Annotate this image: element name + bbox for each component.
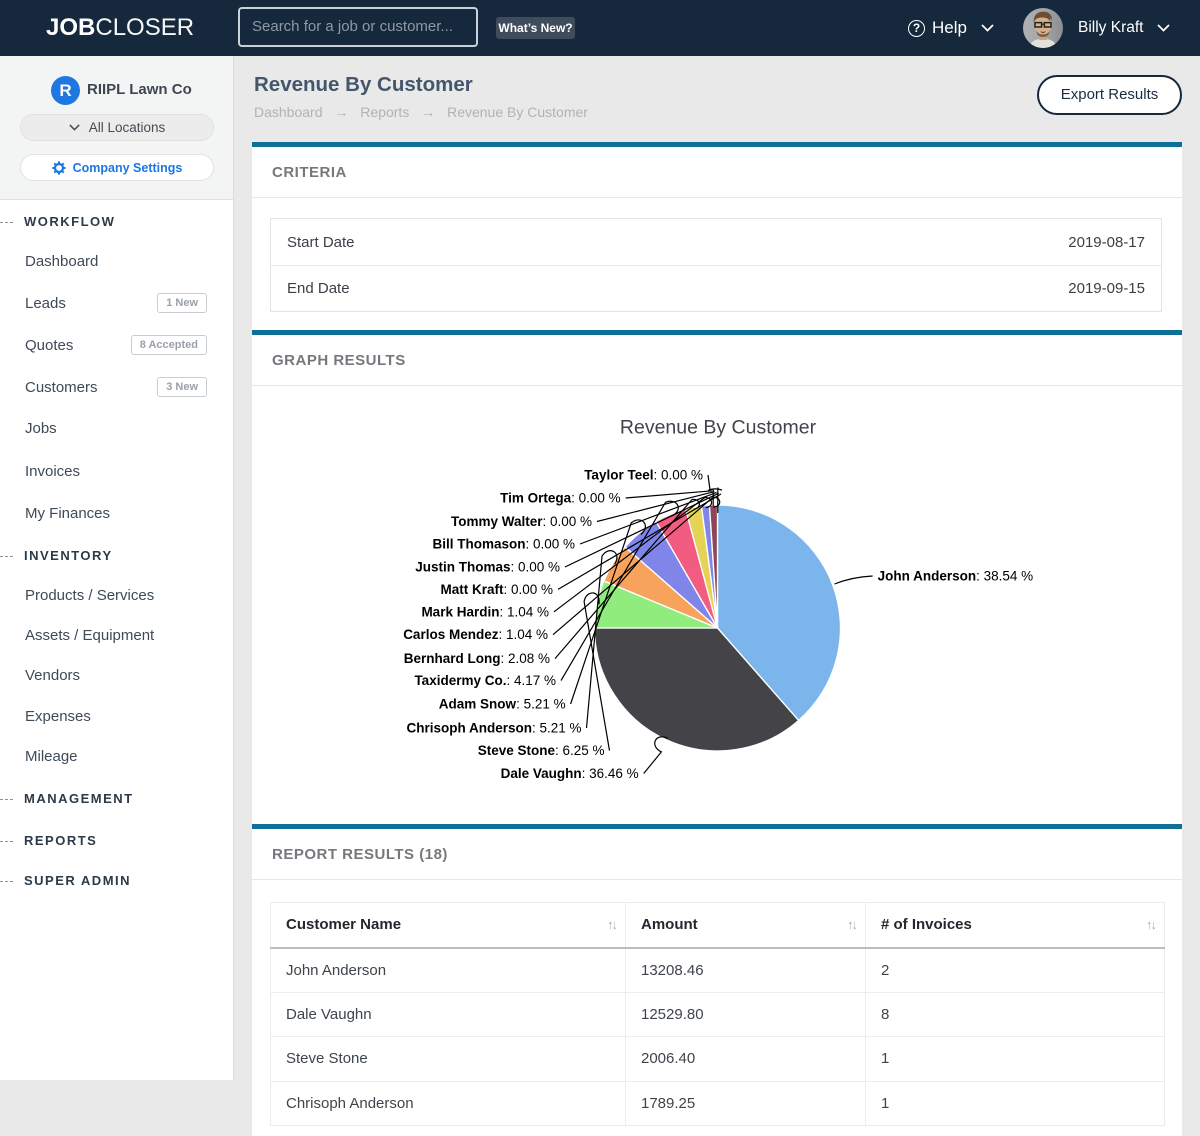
svg-text:Steve Stone: 6.25 %: Steve Stone: 6.25 % [478, 743, 605, 758]
svg-text:Bill Thomason: 0.00 %: Bill Thomason: 0.00 % [432, 536, 575, 551]
svg-text:Taylor Teel: 0.00 %: Taylor Teel: 0.00 % [584, 467, 703, 482]
svg-text:Adam Snow: 5.21 %: Adam Snow: 5.21 % [439, 696, 566, 711]
svg-text:Revenue By Customer: Revenue By Customer [620, 416, 817, 438]
svg-text:Justin Thomas: 0.00 %: Justin Thomas: 0.00 % [415, 559, 560, 574]
svg-text:Bernhard Long: 2.08 %: Bernhard Long: 2.08 % [404, 651, 550, 666]
svg-text:Chrisoph Anderson: 5.21 %: Chrisoph Anderson: 5.21 % [406, 720, 581, 735]
svg-text:Taxidermy Co.: 4.17 %: Taxidermy Co.: 4.17 % [414, 673, 556, 688]
svg-text:Carlos Mendez: 1.04 %: Carlos Mendez: 1.04 % [403, 627, 548, 642]
svg-text:John Anderson: 38.54 %: John Anderson: 38.54 % [878, 568, 1034, 583]
svg-text:Matt Kraft: 0.00 %: Matt Kraft: 0.00 % [440, 581, 553, 596]
svg-text:Tim Ortega: 0.00 %: Tim Ortega: 0.00 % [500, 490, 621, 505]
svg-text:Dale Vaughn: 36.46 %: Dale Vaughn: 36.46 % [501, 766, 639, 781]
svg-text:Tommy Walter: 0.00 %: Tommy Walter: 0.00 % [451, 514, 592, 529]
svg-text:Mark Hardin: 1.04 %: Mark Hardin: 1.04 % [421, 604, 549, 619]
